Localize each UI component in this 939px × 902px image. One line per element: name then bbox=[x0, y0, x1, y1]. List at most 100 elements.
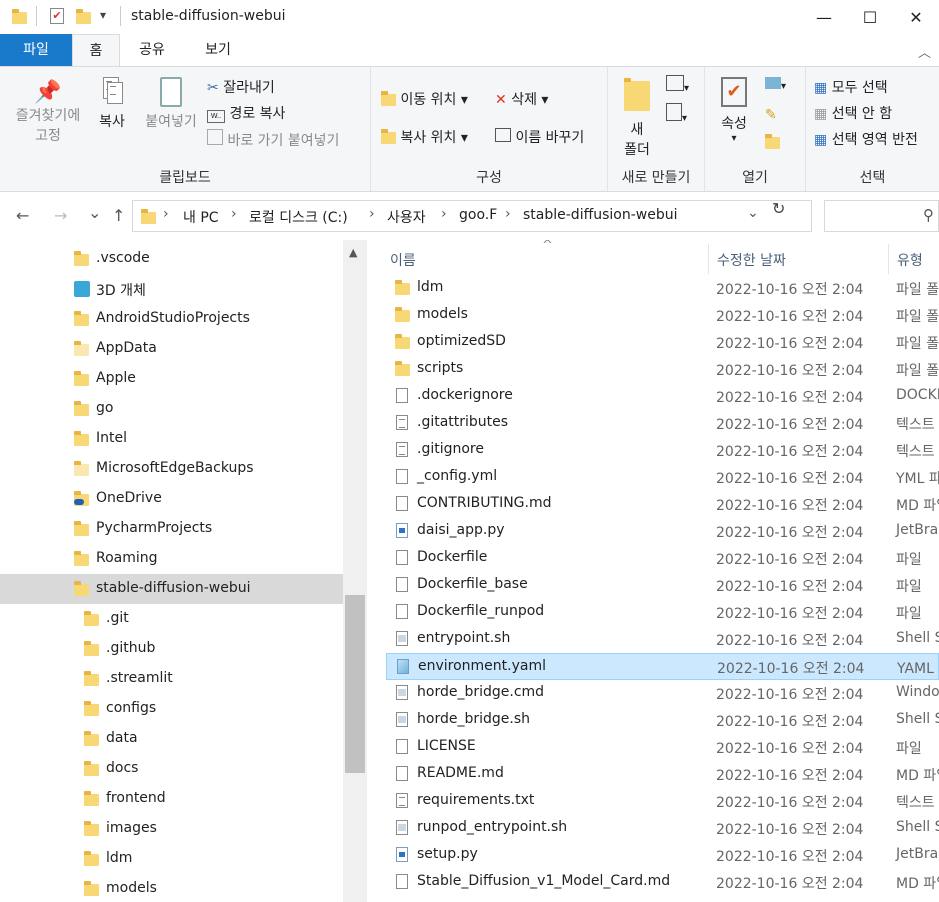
copy-to-button[interactable]: 복사 위치 ▾ bbox=[381, 127, 468, 147]
forward-button[interactable]: → bbox=[54, 206, 67, 225]
properties-dropdown-icon[interactable]: ▾ bbox=[713, 133, 755, 144]
tab-home[interactable]: 홈 bbox=[72, 34, 120, 66]
new-item-button[interactable]: ▾ bbox=[666, 75, 689, 95]
nav-item[interactable]: AndroidStudioProjects bbox=[0, 304, 343, 334]
column-header-name[interactable]: 이름 bbox=[390, 250, 416, 270]
tab-share[interactable]: 공유 bbox=[124, 34, 180, 66]
file-row[interactable]: optimizedSD 2022-10-16 오전 2:04 파일 폴더 bbox=[386, 329, 939, 356]
breadcrumb-local-disk[interactable]: 로컬 디스크 (C:) bbox=[249, 207, 348, 227]
nav-item[interactable]: configs bbox=[0, 694, 343, 724]
nav-item[interactable]: .streamlit bbox=[0, 664, 343, 694]
pin-to-quick-access-button[interactable]: 📌 즐겨찾기에 고정 bbox=[8, 81, 88, 145]
nav-scrollbar-thumb[interactable] bbox=[345, 595, 365, 773]
search-input[interactable]: ⚲ bbox=[824, 200, 939, 232]
nav-item[interactable]: Roaming bbox=[0, 544, 343, 574]
move-to-button[interactable]: 이동 위치 ▾ bbox=[381, 89, 468, 109]
select-none-button[interactable]: ▦ 선택 안 함 bbox=[814, 103, 892, 123]
column-divider[interactable] bbox=[888, 244, 889, 274]
nav-item[interactable]: PycharmProjects bbox=[0, 514, 343, 544]
nav-item[interactable]: .vscode bbox=[0, 244, 343, 274]
breadcrumb-current[interactable]: stable-diffusion-webui bbox=[523, 207, 678, 223]
minimize-button[interactable]: — bbox=[801, 0, 847, 34]
properties-check-icon[interactable]: ✔ bbox=[50, 8, 64, 24]
open-button[interactable]: ▾ bbox=[765, 77, 786, 93]
back-button[interactable]: ← bbox=[16, 206, 29, 225]
file-row[interactable]: Dockerfile 2022-10-16 오전 2:04 파일 bbox=[386, 545, 939, 572]
file-row[interactable]: .gitignore 2022-10-16 오전 2:04 텍스트 문서 bbox=[386, 437, 939, 464]
column-header-date[interactable]: 수정한 날짜 bbox=[717, 250, 786, 270]
file-row[interactable]: LICENSE 2022-10-16 오전 2:04 파일 bbox=[386, 734, 939, 761]
nav-item[interactable]: images bbox=[0, 814, 343, 844]
new-folder-icon[interactable] bbox=[76, 9, 91, 24]
file-row[interactable]: Dockerfile_runpod 2022-10-16 오전 2:04 파일 bbox=[386, 599, 939, 626]
nav-item[interactable]: Intel bbox=[0, 424, 343, 454]
file-row[interactable]: .dockerignore 2022-10-16 오전 2:04 DOCKERIGN… bbox=[386, 383, 939, 410]
nav-item[interactable]: Apple bbox=[0, 364, 343, 394]
nav-item[interactable]: docs bbox=[0, 754, 343, 784]
address-dropdown-icon[interactable]: ⌄ bbox=[747, 205, 759, 221]
tab-file[interactable]: 파일 bbox=[0, 34, 72, 66]
file-row[interactable]: _config.yml 2022-10-16 오전 2:04 YML 파일 bbox=[386, 464, 939, 491]
recent-locations-button[interactable]: ⌄ bbox=[88, 203, 101, 222]
nav-item[interactable]: models bbox=[0, 874, 343, 902]
file-row[interactable]: .gitattributes 2022-10-16 오전 2:04 텍스트 문서 bbox=[386, 410, 939, 437]
copy-path-button[interactable]: W.. 경로 복사 bbox=[207, 103, 285, 123]
file-row[interactable]: scripts 2022-10-16 오전 2:04 파일 폴더 bbox=[386, 356, 939, 383]
paste-button[interactable]: 붙여넣기 bbox=[138, 77, 204, 131]
nav-item[interactable]: data bbox=[0, 724, 343, 754]
up-button[interactable]: ↑ bbox=[112, 206, 125, 225]
nav-item[interactable]: 3D 개체 bbox=[0, 274, 343, 304]
file-row[interactable]: horde_bridge.sh 2022-10-16 오전 2:04 Shell S… bbox=[386, 707, 939, 734]
select-all-button[interactable]: ▦ 모두 선택 bbox=[814, 77, 888, 97]
file-row[interactable]: horde_bridge.cmd 2022-10-16 오전 2:04 Window… bbox=[386, 680, 939, 707]
tab-view[interactable]: 보기 bbox=[186, 34, 250, 66]
folder-icon[interactable] bbox=[12, 9, 27, 24]
column-header-type[interactable]: 유형 bbox=[897, 250, 923, 270]
nav-item[interactable]: .github bbox=[0, 634, 343, 664]
properties-button[interactable]: ✔ 속성 ▾ bbox=[713, 77, 755, 144]
file-row[interactable]: CONTRIBUTING.md 2022-10-16 오전 2:04 MD 파일 bbox=[386, 491, 939, 518]
nav-scrollbar[interactable]: ▲ bbox=[343, 240, 367, 902]
rename-button[interactable]: 이름 바꾸기 bbox=[495, 127, 584, 147]
close-button[interactable]: ✕ bbox=[893, 0, 939, 34]
breadcrumb-separator[interactable]: › bbox=[505, 206, 511, 222]
nav-item[interactable]: frontend bbox=[0, 784, 343, 814]
invert-selection-button[interactable]: ▦ 선택 영역 반전 bbox=[814, 129, 918, 149]
new-folder-button[interactable]: 새 폴더 bbox=[618, 77, 656, 159]
column-divider[interactable] bbox=[708, 244, 709, 274]
refresh-button[interactable]: ↻ bbox=[772, 199, 785, 218]
file-row[interactable]: README.md 2022-10-16 오전 2:04 MD 파일 bbox=[386, 761, 939, 788]
file-row[interactable]: daisi_app.py 2022-10-16 오전 2:04 JetBrains bbox=[386, 518, 939, 545]
file-row[interactable]: Dockerfile_base 2022-10-16 오전 2:04 파일 bbox=[386, 572, 939, 599]
nav-item[interactable]: stable-diffusion-webui bbox=[0, 574, 343, 604]
breadcrumb-users[interactable]: 사용자 bbox=[387, 207, 426, 227]
delete-button[interactable]: ✕ 삭제 ▾ bbox=[495, 89, 548, 109]
nav-item[interactable]: MicrosoftEdgeBackups bbox=[0, 454, 343, 484]
paste-shortcut-button[interactable]: 바로 가기 붙여넣기 bbox=[207, 129, 339, 150]
nav-item[interactable]: OneDrive bbox=[0, 484, 343, 514]
file-row[interactable]: requirements.txt 2022-10-16 오전 2:04 텍스트 문서 bbox=[386, 788, 939, 815]
address-bar[interactable]: › 내 PC › 로컬 디스크 (C:) › 사용자 › goo.F › sta… bbox=[132, 200, 812, 232]
breadcrumb-this-pc[interactable]: 내 PC bbox=[183, 207, 219, 227]
breadcrumb-separator[interactable]: › bbox=[369, 206, 375, 222]
file-row[interactable]: environment.yaml 2022-10-16 오전 2:04 YAML 파… bbox=[386, 653, 939, 680]
maximize-button[interactable]: ☐ bbox=[847, 0, 893, 34]
nav-item[interactable]: ldm bbox=[0, 844, 343, 874]
file-row[interactable]: entrypoint.sh 2022-10-16 오전 2:04 Shell Scr… bbox=[386, 626, 939, 653]
history-button[interactable] bbox=[765, 134, 780, 151]
nav-item[interactable]: go bbox=[0, 394, 343, 424]
qat-dropdown-icon[interactable]: ▾ bbox=[100, 8, 106, 22]
file-row[interactable]: runpod_entrypoint.sh 2022-10-16 오전 2:04 Sh… bbox=[386, 815, 939, 842]
scroll-up-icon[interactable]: ▲ bbox=[349, 246, 357, 259]
easy-access-button[interactable]: ▾ bbox=[666, 103, 687, 125]
file-row[interactable]: models 2022-10-16 오전 2:04 파일 폴더 bbox=[386, 302, 939, 329]
breadcrumb-separator[interactable]: › bbox=[163, 206, 169, 222]
file-row[interactable]: setup.py 2022-10-16 오전 2:04 JetBrains bbox=[386, 842, 939, 869]
copy-button[interactable]: 복사 bbox=[92, 77, 132, 131]
nav-item[interactable]: .git bbox=[0, 604, 343, 634]
breadcrumb-user[interactable]: goo.F bbox=[459, 207, 497, 223]
file-row[interactable]: Stable_Diffusion_v1_Model_Card.md 2022-10… bbox=[386, 869, 939, 896]
nav-item[interactable]: AppData bbox=[0, 334, 343, 364]
cut-button[interactable]: ✂ 잘라내기 bbox=[207, 77, 275, 97]
ribbon-collapse-icon[interactable]: ︿ bbox=[918, 42, 931, 61]
